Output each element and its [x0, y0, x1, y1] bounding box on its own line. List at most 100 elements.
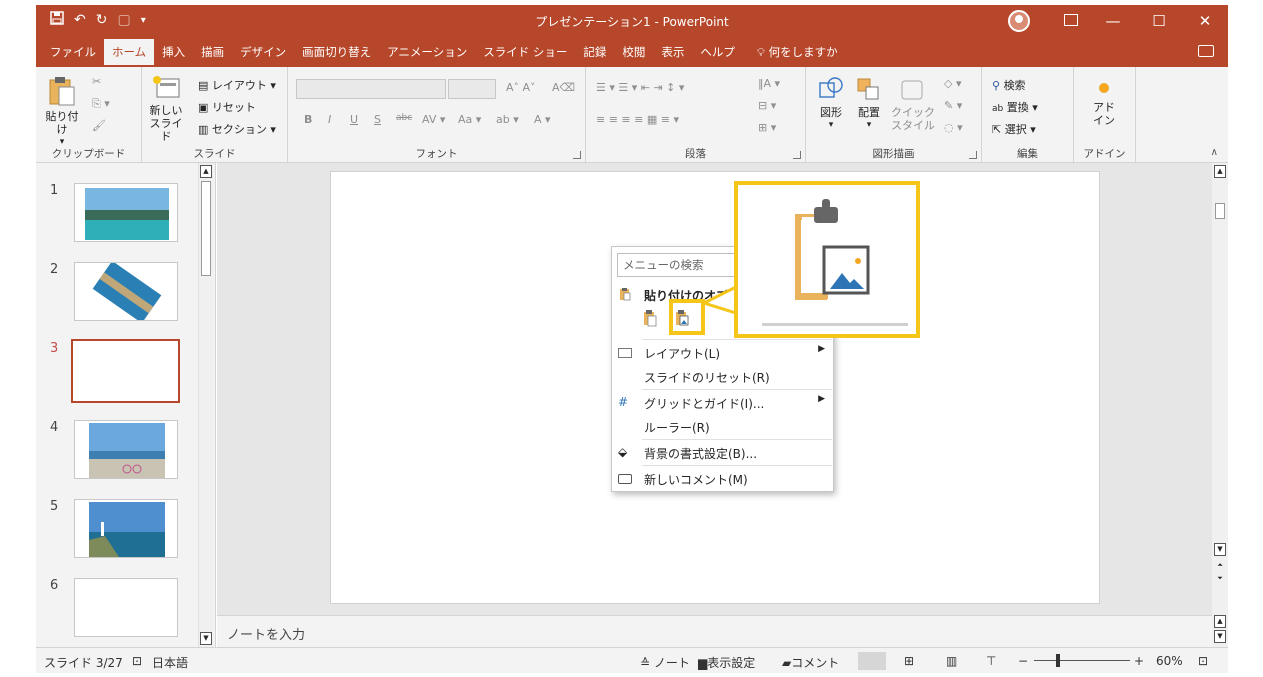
paste-button[interactable]: 貼り付け ▾	[42, 75, 82, 149]
change-case-button[interactable]: Aa ▾	[458, 113, 481, 126]
tab-slideshow[interactable]: スライド ショー	[475, 37, 575, 67]
zoom-level[interactable]: 60%	[1156, 654, 1183, 668]
slide-thumbnail-1[interactable]	[74, 183, 178, 242]
format-painter-icon[interactable]: 🖌︎	[92, 119, 106, 132]
slide-thumbnail-2[interactable]	[74, 262, 178, 321]
italic-button[interactable]: I	[328, 113, 331, 126]
slide-thumbnail-4[interactable]	[74, 420, 178, 479]
copy-icon[interactable]: ⎘ ▾	[92, 97, 110, 111]
slide-thumbnail-3[interactable]	[71, 339, 180, 403]
menu-item-reset-slide[interactable]: スライドのリセット(R)	[612, 365, 833, 389]
previous-slide-icon[interactable]: ⏶	[1214, 560, 1226, 573]
strikethrough-button[interactable]: abc	[396, 113, 412, 123]
reset-button[interactable]: ▣ リセット	[198, 99, 256, 115]
tab-design[interactable]: デザイン	[232, 37, 294, 67]
font-dialog-launcher-icon[interactable]	[573, 151, 581, 159]
scroll-thumb[interactable]	[201, 181, 211, 276]
bullets-icon[interactable]: ☰ ▾ ☰ ▾ ⇤ ⇥ ↕ ▾	[596, 81, 684, 94]
notes-scroll-up-icon[interactable]: ▲	[1214, 615, 1226, 628]
tab-help[interactable]: ヘルプ	[692, 37, 743, 67]
tell-me-search[interactable]: 💡︎ 何をしますか	[743, 37, 846, 67]
maximize-button[interactable]: ☐	[1136, 12, 1182, 30]
font-size-combo[interactable]	[448, 79, 496, 99]
addins-button[interactable]: アド イン	[1084, 79, 1124, 127]
clear-format-icon[interactable]: A⌫	[552, 81, 575, 94]
minimize-button[interactable]: —	[1090, 12, 1136, 30]
scroll-thumb[interactable]	[1215, 203, 1225, 219]
text-direction-icon[interactable]: ‖A ▾	[758, 77, 780, 90]
align-icons[interactable]: ≡ ≡ ≡ ≡ ▦ ≡ ▾	[596, 113, 679, 126]
bold-button[interactable]: B	[304, 113, 312, 126]
font-color-icon[interactable]: A ▾	[534, 113, 551, 126]
quick-styles-button[interactable]: クイック スタイル	[890, 75, 936, 132]
tab-record[interactable]: 記録	[575, 37, 614, 67]
next-slide-icon[interactable]: ⏷	[1214, 573, 1226, 586]
grow-font-icon[interactable]: A˄ A˅	[506, 81, 536, 94]
zoom-in-icon[interactable]: +	[1134, 654, 1144, 668]
shape-outline-icon[interactable]: ✎ ▾	[944, 99, 962, 112]
shape-fill-icon[interactable]: ◇ ▾	[944, 77, 961, 90]
reading-view-icon[interactable]: ▥	[946, 654, 957, 668]
menu-item-ruler[interactable]: ルーラー(R)	[612, 415, 833, 439]
comments-toggle[interactable]: ▰コメント	[782, 654, 839, 671]
layout-button[interactable]: ▤ レイアウト ▾	[198, 77, 276, 93]
arrange-button[interactable]: 配置 ▾	[852, 75, 886, 132]
tab-view[interactable]: 表示	[653, 37, 692, 67]
tab-file[interactable]: ファイル	[42, 37, 104, 67]
ribbon-display-options-icon[interactable]	[1064, 14, 1078, 26]
char-spacing-icon[interactable]: AV ▾	[422, 113, 445, 126]
select-button[interactable]: ⇱ 選択 ▾	[992, 121, 1036, 137]
section-button[interactable]: ▥ セクション ▾	[198, 121, 276, 137]
scroll-down-icon[interactable]: ▼	[1214, 543, 1226, 556]
cut-icon[interactable]: ✂	[92, 75, 101, 88]
smartart-icon[interactable]: ⊞ ▾	[758, 121, 776, 134]
slide-thumbnail-5[interactable]	[74, 499, 178, 558]
align-text-icon[interactable]: ⊟ ▾	[758, 99, 776, 112]
tab-transitions[interactable]: 画面切り替え	[294, 37, 379, 67]
paragraph-dialog-launcher-icon[interactable]	[793, 151, 801, 159]
notes-toggle[interactable]: ≙ ノート	[640, 654, 690, 671]
slide-scrollbar[interactable]: ▲ ▼ ⏶ ⏷ ▲ ▼	[1212, 163, 1228, 647]
replace-button[interactable]: ab 置換 ▾	[992, 99, 1038, 115]
display-settings-toggle[interactable]: ▆表示設定	[698, 654, 755, 671]
normal-view-icon[interactable]	[858, 652, 886, 670]
underline-button[interactable]: U	[350, 113, 358, 126]
highlight-color-icon[interactable]: ab ▾	[496, 113, 519, 126]
zoom-slider[interactable]	[1034, 660, 1130, 661]
menu-item-grid-guides[interactable]: # グリッドとガイド(I)... ▶	[612, 391, 833, 415]
fit-to-window-icon[interactable]: ⊡	[1198, 654, 1208, 668]
close-button[interactable]: ✕	[1182, 12, 1228, 30]
font-name-combo[interactable]	[296, 79, 446, 99]
new-slide-button[interactable]: 新しい スライド	[146, 75, 186, 143]
zoom-out-icon[interactable]: −	[1018, 654, 1028, 668]
zoom-slider-thumb[interactable]	[1056, 654, 1060, 667]
notes-pane[interactable]: ノートを入力	[217, 615, 1212, 647]
accessibility-icon[interactable]: ⊡	[132, 654, 142, 668]
shapes-button[interactable]: 図形 ▾	[814, 75, 848, 132]
drawing-dialog-launcher-icon[interactable]	[969, 151, 977, 159]
tab-insert[interactable]: 挿入	[154, 37, 193, 67]
account-avatar-icon[interactable]	[1008, 10, 1030, 32]
language-indicator[interactable]: 日本語	[152, 654, 188, 671]
shadow-button[interactable]: S	[374, 113, 381, 126]
slideshow-view-icon[interactable]: ⊤	[986, 654, 996, 668]
collapse-ribbon-icon[interactable]: ∧	[1211, 147, 1218, 158]
tab-draw[interactable]: 描画	[193, 37, 232, 67]
menu-item-new-comment[interactable]: 新しいコメント(M)	[612, 467, 833, 491]
tab-review[interactable]: 校閲	[614, 37, 653, 67]
menu-item-layout[interactable]: レイアウト(L) ▶	[612, 341, 833, 365]
shape-effects-icon[interactable]: ◌ ▾	[944, 121, 963, 134]
menu-item-format-background[interactable]: ⬙ 背景の書式設定(B)...	[612, 441, 833, 465]
paste-use-destination-theme-icon[interactable]	[642, 309, 658, 327]
scroll-up-icon[interactable]: ▲	[1214, 165, 1226, 178]
scroll-up-icon[interactable]: ▲	[200, 165, 212, 178]
tab-home[interactable]: ホーム	[104, 39, 155, 67]
find-button[interactable]: ⚲ 検索	[992, 77, 1026, 93]
notes-scroll-down-icon[interactable]: ▼	[1214, 630, 1226, 643]
slide-thumbnail-6[interactable]	[74, 578, 178, 637]
comments-icon[interactable]	[1198, 45, 1214, 57]
tab-animations[interactable]: アニメーション	[379, 37, 475, 67]
slide-sorter-icon[interactable]: ⊞	[904, 654, 914, 668]
scroll-down-icon[interactable]: ▼	[200, 632, 212, 645]
thumbnail-scrollbar[interactable]: ▲ ▼	[198, 163, 213, 647]
